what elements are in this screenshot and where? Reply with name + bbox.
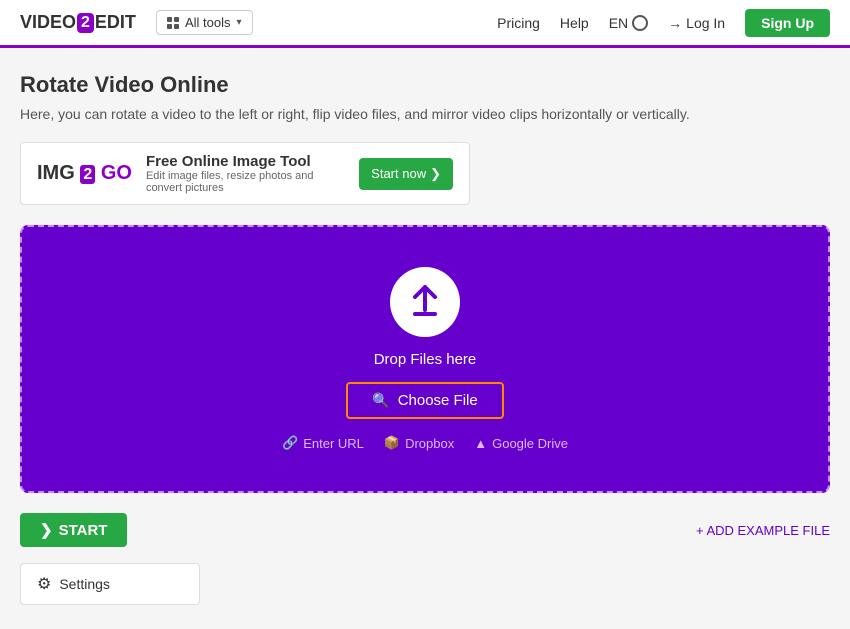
link-icon: 🔗	[282, 435, 298, 451]
globe-icon	[632, 15, 648, 31]
ad-start-button[interactable]: Start now ❯	[359, 158, 453, 190]
extra-links: 🔗 Enter URL 📦 Dropbox ▲ Google Drive	[282, 435, 568, 451]
choose-file-label: Choose File	[398, 392, 478, 409]
ad-banner: IMG 2 GO Free Online Image Tool Edit ima…	[20, 142, 470, 205]
dropbox-icon: 📦	[384, 435, 400, 451]
search-icon: 🔍	[372, 392, 389, 409]
google-drive-icon: ▲	[474, 436, 487, 451]
header: VIDEO 2 EDIT All tools ▾ Pricing Help EN…	[0, 0, 850, 48]
drop-zone[interactable]: Drop Files here 🔍 Choose File 🔗 Enter UR…	[20, 225, 830, 493]
enter-url-label: Enter URL	[303, 436, 364, 451]
login-label: Log In	[686, 15, 725, 31]
chevron-down-icon: ▾	[236, 17, 241, 28]
all-tools-label: All tools	[185, 15, 231, 30]
start-chevron-icon: ❯	[40, 521, 53, 539]
choose-file-button[interactable]: 🔍 Choose File	[346, 382, 503, 419]
gear-icon: ⚙	[37, 574, 51, 594]
ad-text: Free Online Image Tool Edit image files,…	[146, 153, 345, 194]
upload-arrow-svg	[405, 282, 445, 322]
start-label: START	[59, 522, 108, 539]
add-example-link[interactable]: + ADD EXAMPLE FILE	[696, 523, 830, 538]
header-nav: Pricing Help EN → Log In Sign Up	[497, 9, 830, 37]
signup-button[interactable]: Sign Up	[745, 9, 830, 37]
drop-text: Drop Files here	[374, 351, 477, 368]
ad-start-label: Start now	[371, 166, 426, 181]
main-content: Rotate Video Online Here, you can rotate…	[0, 48, 850, 629]
language-selector[interactable]: EN	[609, 15, 648, 31]
logo-text-part1: VIDEO	[20, 12, 76, 33]
help-link[interactable]: Help	[560, 15, 589, 31]
logo: VIDEO 2 EDIT	[20, 12, 136, 33]
ad-subtitle: Edit image files, resize photos and conv…	[146, 170, 345, 194]
settings-label: Settings	[59, 576, 110, 592]
ad-title: Free Online Image Tool	[146, 153, 345, 170]
logo-text-part2: 2	[77, 13, 94, 33]
page-title: Rotate Video Online	[20, 72, 830, 98]
dropbox-label: Dropbox	[405, 436, 454, 451]
start-button[interactable]: ❯ START	[20, 513, 127, 547]
logo-text-part3: EDIT	[95, 12, 136, 33]
page-description: Here, you can rotate a video to the left…	[20, 106, 830, 122]
ad-arrow-icon: ❯	[430, 166, 441, 182]
lang-label: EN	[609, 15, 628, 31]
upload-icon	[390, 267, 460, 337]
ad-logo-go: GO	[101, 162, 132, 184]
bottom-actions: ❯ START + ADD EXAMPLE FILE	[20, 513, 830, 547]
ad-logo-img: IMG	[37, 162, 75, 184]
google-drive-link[interactable]: ▲ Google Drive	[474, 435, 568, 451]
all-tools-button[interactable]: All tools ▾	[156, 10, 253, 35]
settings-bar[interactable]: ⚙ Settings	[20, 563, 200, 605]
ad-logo-2: 2	[80, 165, 95, 184]
dropbox-link[interactable]: 📦 Dropbox	[384, 435, 454, 451]
login-button[interactable]: → Log In	[668, 15, 725, 31]
enter-url-link[interactable]: 🔗 Enter URL	[282, 435, 364, 451]
pricing-link[interactable]: Pricing	[497, 15, 540, 31]
ad-logo: IMG 2 GO	[37, 162, 132, 185]
grid-icon	[167, 17, 179, 29]
google-drive-label: Google Drive	[492, 436, 568, 451]
login-arrow-icon: →	[668, 15, 682, 31]
